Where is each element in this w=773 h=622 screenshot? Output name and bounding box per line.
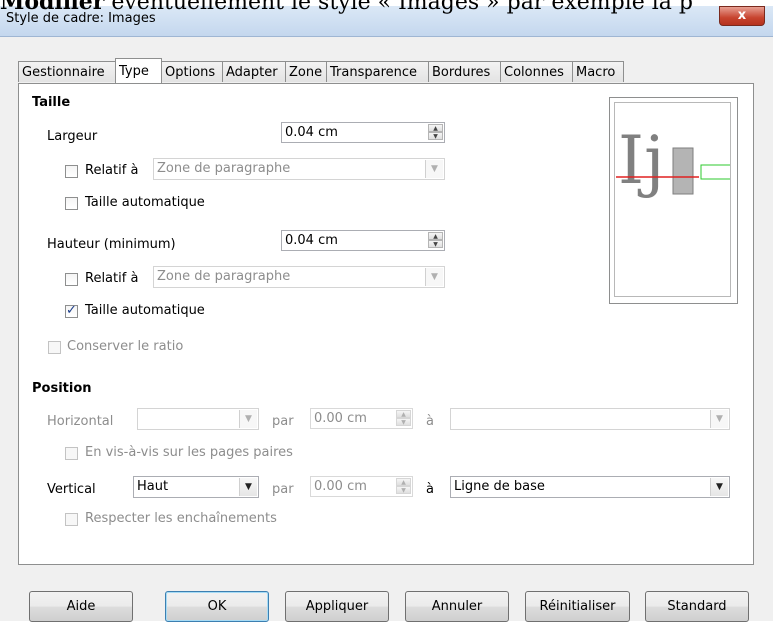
relatif-largeur-value: Zone de paragraphe xyxy=(157,161,291,176)
a-vertical-label: à xyxy=(426,482,434,497)
par-horizontal-spinbox[interactable]: 0.00 cm ▲ ▼ xyxy=(310,408,413,429)
largeur-label: Largeur xyxy=(47,129,98,144)
tab-type[interactable]: Type xyxy=(115,58,162,83)
spin-up-icon[interactable]: ▲ xyxy=(396,410,411,418)
a-horizontal-select[interactable]: ▼ xyxy=(450,408,730,430)
par-vertical-spin-arrows[interactable]: ▲ ▼ xyxy=(396,478,411,495)
preview-box: Ij xyxy=(609,97,740,304)
checkmark-icon: ✓ xyxy=(66,303,77,318)
chevron-down-icon[interactable]: ▼ xyxy=(710,410,728,428)
par-vertical-value: 0.00 cm xyxy=(314,479,367,494)
vertical-label: Vertical xyxy=(47,482,96,497)
relatif-largeur-select[interactable]: Zone de paragraphe ▼ xyxy=(153,158,445,180)
preview-glyph: Ij xyxy=(618,122,665,199)
relatif-hauteur-select[interactable]: Zone de paragraphe ▼ xyxy=(153,266,445,288)
ok-button[interactable]: OK xyxy=(165,591,269,622)
preview-frame-box xyxy=(672,147,694,195)
background-text-bold: Modifier xyxy=(0,0,105,15)
hauteur-label: Hauteur (minimum) xyxy=(47,237,176,252)
par-horizontal-label: par xyxy=(272,414,294,429)
taille-heading: Taille xyxy=(32,95,71,110)
chevron-down-icon[interactable]: ▼ xyxy=(239,478,257,496)
spin-down-icon[interactable]: ▼ xyxy=(428,240,443,248)
appliquer-button[interactable]: Appliquer xyxy=(285,591,389,622)
largeur-spinbox[interactable]: 0.04 cm ▲ ▼ xyxy=(281,122,445,143)
relatif-largeur-checkbox[interactable] xyxy=(65,165,78,178)
vis-a-vis-checkbox[interactable] xyxy=(65,447,78,460)
spin-up-icon[interactable]: ▲ xyxy=(428,232,443,240)
vertical-select[interactable]: Haut ▼ xyxy=(133,476,259,498)
standard-button[interactable]: Standard xyxy=(645,591,749,622)
preview-page: Ij xyxy=(614,102,740,297)
chevron-down-icon[interactable]: ▼ xyxy=(239,410,257,428)
largeur-value: 0.04 cm xyxy=(285,125,338,140)
spin-down-icon[interactable]: ▼ xyxy=(428,132,443,140)
background-text-rest: éventuellement le style « Images » par e… xyxy=(104,0,693,15)
conserver-ratio-label: Conserver le ratio xyxy=(67,339,184,354)
hauteur-spin-arrows[interactable]: ▲ ▼ xyxy=(428,232,443,249)
a-vertical-value: Ligne de base xyxy=(454,479,545,494)
largeur-spin-arrows[interactable]: ▲ ▼ xyxy=(428,124,443,141)
aide-button[interactable]: Aide xyxy=(29,591,133,622)
position-heading: Position xyxy=(32,381,92,396)
background-document-text: Modifier éventuellement le style « Image… xyxy=(0,0,773,19)
vertical-value: Haut xyxy=(137,479,169,494)
spin-down-icon[interactable]: ▼ xyxy=(396,418,411,426)
horizontal-label: Horizontal xyxy=(47,414,114,429)
par-horizontal-value: 0.00 cm xyxy=(314,411,367,426)
chevron-down-icon[interactable]: ▼ xyxy=(710,478,728,496)
tab-zone[interactable]: Zone xyxy=(285,61,327,82)
chevron-down-icon[interactable]: ▼ xyxy=(425,268,443,286)
hauteur-spinbox[interactable]: 0.04 cm ▲ ▼ xyxy=(281,230,445,251)
taille-auto-largeur-checkbox[interactable] xyxy=(65,197,78,210)
taille-auto-hauteur-checkbox[interactable]: ✓ xyxy=(65,303,78,318)
enchainements-label: Respecter les enchaînements xyxy=(85,511,277,526)
relatif-hauteur-value: Zone de paragraphe xyxy=(157,269,291,284)
conserver-ratio-checkbox[interactable] xyxy=(48,341,61,354)
tab-gestionnaire[interactable]: Gestionnaire xyxy=(18,61,116,82)
taille-auto-largeur-label: Taille automatique xyxy=(85,195,205,210)
spin-down-icon[interactable]: ▼ xyxy=(396,486,411,494)
horizontal-select[interactable]: ▼ xyxy=(137,408,259,430)
par-vertical-spinbox[interactable]: 0.00 cm ▲ ▼ xyxy=(310,476,413,497)
reinitialiser-button[interactable]: Réinitialiser xyxy=(525,591,630,622)
tab-options[interactable]: Options xyxy=(161,61,223,82)
a-horizontal-label: à xyxy=(426,414,434,429)
preview-paragraph-area xyxy=(700,164,740,180)
tab-colonnes[interactable]: Colonnes xyxy=(500,61,573,82)
relatif-hauteur-checkbox[interactable] xyxy=(65,273,78,286)
spin-up-icon[interactable]: ▲ xyxy=(396,478,411,486)
tab-bordures[interactable]: Bordures xyxy=(428,61,501,82)
a-vertical-select[interactable]: Ligne de base ▼ xyxy=(450,476,730,498)
tab-transparence[interactable]: Transparence xyxy=(326,61,429,82)
par-vertical-label: par xyxy=(272,482,294,497)
vis-a-vis-label: En vis-à-vis sur les pages paires xyxy=(85,445,293,460)
relatif-largeur-label: Relatif à xyxy=(85,163,139,178)
par-horizontal-spin-arrows[interactable]: ▲ ▼ xyxy=(396,410,411,427)
annuler-button[interactable]: Annuler xyxy=(405,591,509,622)
tab-adapter[interactable]: Adapter xyxy=(222,61,286,82)
preview-graphic: Ij xyxy=(616,122,740,199)
spin-up-icon[interactable]: ▲ xyxy=(428,124,443,132)
chevron-down-icon[interactable]: ▼ xyxy=(425,160,443,178)
hauteur-value: 0.04 cm xyxy=(285,233,338,248)
enchainements-checkbox[interactable] xyxy=(65,513,78,526)
relatif-hauteur-label: Relatif à xyxy=(85,271,139,286)
tab-macro[interactable]: Macro xyxy=(572,61,624,82)
taille-auto-hauteur-label: Taille automatique xyxy=(85,303,205,318)
